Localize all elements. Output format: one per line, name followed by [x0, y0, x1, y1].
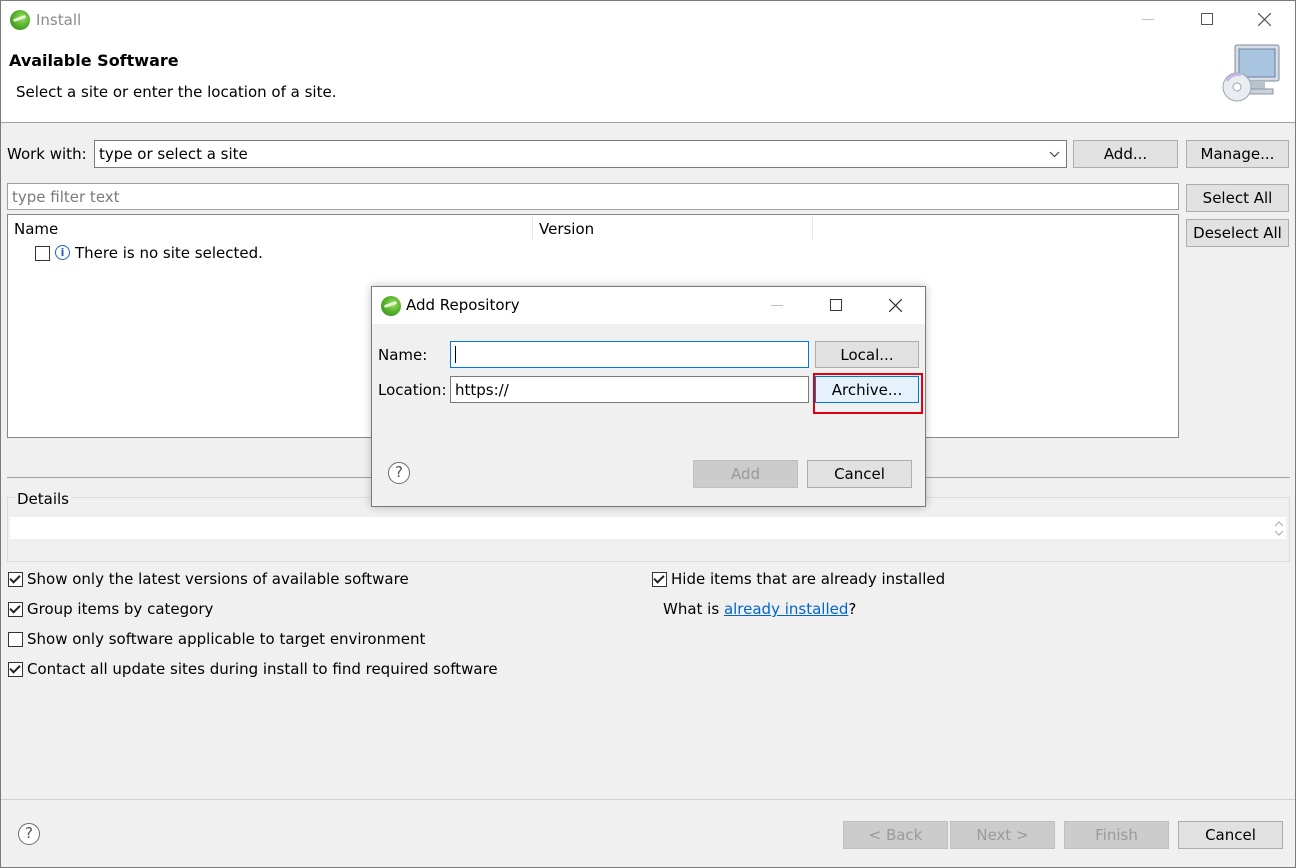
add-site-button[interactable]: Add...	[1073, 140, 1178, 168]
software-install-icon	[1221, 43, 1283, 105]
location-label: Location:	[378, 381, 447, 399]
help-icon[interactable]: ?	[18, 823, 40, 845]
row-checkbox[interactable]	[35, 246, 50, 261]
name-label: Name:	[378, 346, 428, 364]
column-header-name[interactable]: Name	[14, 220, 58, 238]
title-bar: Install	[1, 1, 1295, 39]
option-label: Show only the latest versions of availab…	[27, 570, 409, 588]
filter-input[interactable]: type filter text	[7, 183, 1179, 210]
page-subtitle: Select a site or enter the location of a…	[16, 83, 337, 101]
option-label: Group items by category	[27, 600, 214, 618]
eclipse-icon	[381, 296, 401, 316]
details-text	[10, 517, 1286, 539]
column-header-version[interactable]: Version	[539, 220, 594, 238]
archive-button[interactable]: Archive...	[815, 376, 919, 403]
scroll-arrows-icon[interactable]	[1274, 520, 1284, 537]
minimize-icon[interactable]	[771, 305, 783, 306]
already-installed-suffix: ?	[848, 600, 857, 618]
maximize-icon[interactable]	[830, 299, 842, 311]
footer-divider	[1, 799, 1295, 800]
checkbox-latest-versions[interactable]	[8, 572, 23, 587]
checkbox-group-by-category[interactable]	[8, 602, 23, 617]
close-icon[interactable]	[889, 299, 902, 312]
dialog-add-button[interactable]: Add	[693, 460, 798, 488]
already-installed-text: What is already installed?	[663, 600, 856, 618]
finish-button[interactable]: Finish	[1064, 821, 1169, 849]
table-header: Name Version	[8, 215, 1178, 240]
info-icon: i	[55, 245, 70, 260]
text-cursor	[455, 346, 456, 363]
header-banner: Available Software Select a site or ente…	[1, 39, 1295, 123]
column-divider	[532, 217, 533, 239]
help-icon[interactable]: ?	[388, 462, 410, 484]
name-field[interactable]	[450, 341, 809, 368]
dialog-title: Add Repository	[406, 296, 520, 314]
dialog-cancel-button[interactable]: Cancel	[807, 460, 912, 488]
checkbox-hide-installed[interactable]	[652, 572, 667, 587]
next-button[interactable]: Next >	[950, 821, 1055, 849]
dialog-title-bar: Add Repository	[372, 287, 925, 324]
work-with-placeholder: type or select a site	[99, 145, 248, 163]
option-label: Show only software applicable to target …	[27, 630, 426, 648]
checkbox-target-environment[interactable]	[8, 632, 23, 647]
local-button[interactable]: Local...	[815, 341, 919, 368]
window-title: Install	[36, 11, 82, 29]
back-button[interactable]: < Back	[843, 821, 948, 849]
eclipse-icon	[10, 10, 30, 30]
already-installed-link[interactable]: already installed	[724, 600, 848, 618]
details-label: Details	[15, 490, 72, 508]
select-all-button[interactable]: Select All	[1186, 184, 1289, 212]
work-with-label: Work with:	[7, 145, 87, 163]
add-repository-dialog: Add Repository Name: Local... Location: …	[371, 286, 926, 507]
cancel-button[interactable]: Cancel	[1178, 821, 1283, 849]
work-with-combo[interactable]: type or select a site	[94, 140, 1067, 168]
no-site-message: There is no site selected.	[75, 244, 263, 262]
close-icon[interactable]	[1242, 1, 1288, 39]
manage-sites-button[interactable]: Manage...	[1186, 140, 1289, 168]
table-row[interactable]: i There is no site selected.	[8, 241, 1178, 265]
column-divider	[812, 217, 813, 239]
option-label: Hide items that are already installed	[671, 570, 946, 588]
already-installed-prefix: What is	[663, 600, 724, 618]
minimize-icon[interactable]	[1125, 1, 1171, 39]
location-field[interactable]: https://	[450, 376, 809, 403]
checkbox-contact-update-sites[interactable]	[8, 662, 23, 677]
maximize-icon[interactable]	[1184, 1, 1230, 39]
page-title: Available Software	[9, 51, 179, 70]
chevron-down-icon[interactable]	[1049, 151, 1060, 158]
deselect-all-button[interactable]: Deselect All	[1186, 219, 1289, 247]
option-label: Contact all update sites during install …	[27, 660, 498, 678]
